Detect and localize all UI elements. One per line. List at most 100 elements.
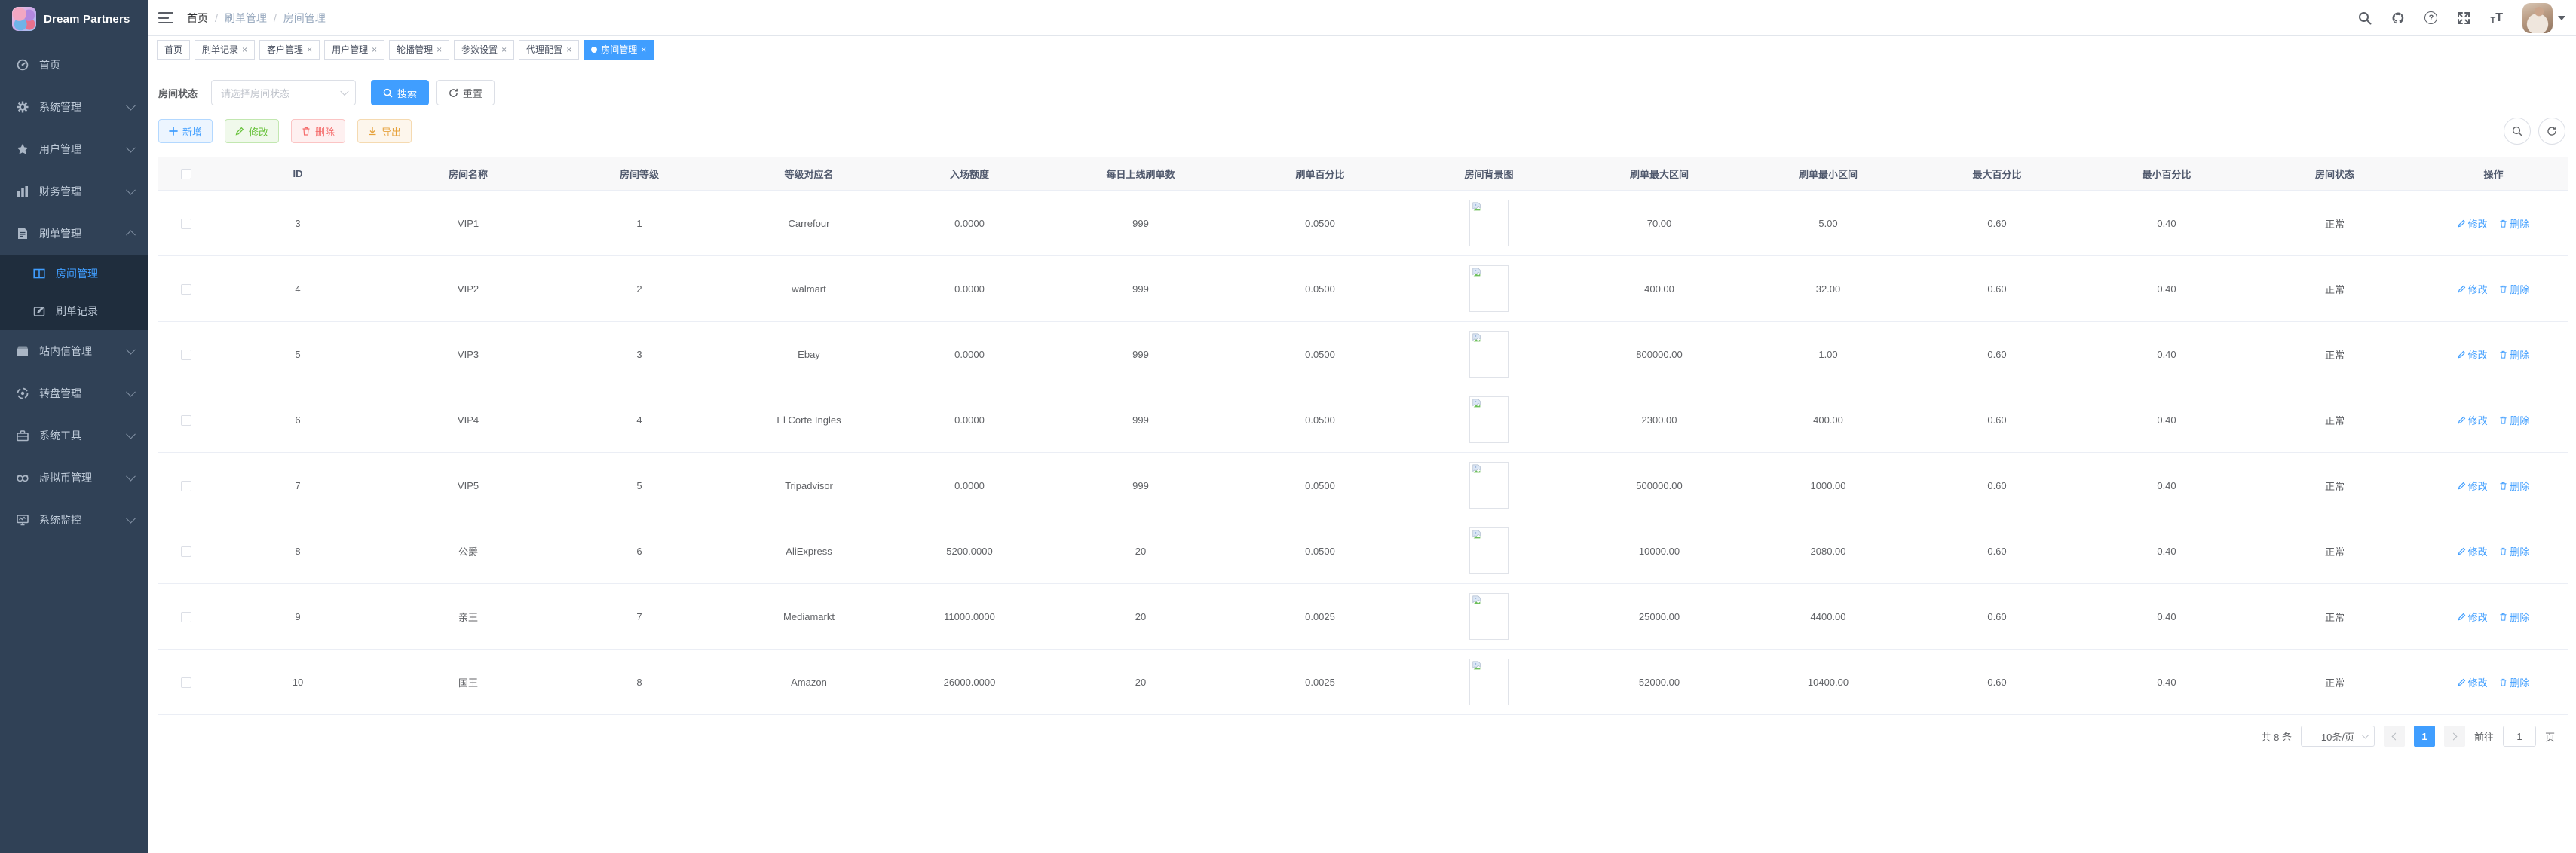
row-edit-link[interactable]: 修改 [2458,347,2488,362]
user-menu[interactable] [2522,3,2565,33]
close-icon[interactable]: × [242,45,247,54]
refresh-table-icon[interactable] [2538,118,2565,145]
select-all-checkbox[interactable] [181,169,191,179]
room-status-select[interactable]: 请选择房间状态 [211,80,356,105]
trash-icon [2499,285,2507,293]
row-delete-link[interactable]: 删除 [2499,347,2529,362]
github-icon[interactable] [2391,11,2405,25]
room-status-placeholder: 请选择房间状态 [221,86,289,100]
row-edit-link[interactable]: 修改 [2458,478,2488,493]
room-background-image[interactable] [1469,331,1509,378]
sidebar-item-system-tools[interactable]: 系统工具 [0,414,148,457]
row-checkbox[interactable] [181,481,191,491]
sidebar-item-home[interactable]: 首页 [0,44,148,86]
delete-button[interactable]: 删除 [291,119,345,143]
user-avatar[interactable] [2522,3,2553,33]
sidebar-item-users[interactable]: 用户管理 [0,128,148,170]
row-checkbox[interactable] [181,284,191,295]
row-checkbox[interactable] [181,677,191,688]
row-edit-link[interactable]: 修改 [2458,413,2488,427]
app-logo-icon [12,7,36,31]
current-page-button[interactable]: 1 [2414,726,2435,747]
close-icon[interactable]: × [436,45,442,54]
tab-agent-config[interactable]: 代理配置× [519,40,579,60]
sidebar-item-brush-records[interactable]: 刷单记录 [0,292,148,330]
sidebar-collapse-icon[interactable] [158,12,173,23]
sidebar-item-site-messages[interactable]: 站内信管理 [0,330,148,372]
row-delete-link[interactable]: 删除 [2499,544,2529,558]
prev-page-button[interactable] [2384,726,2405,747]
room-background-image[interactable] [1469,396,1509,443]
row-checkbox[interactable] [181,350,191,360]
row-delete-link[interactable]: 删除 [2499,216,2529,231]
room-background-image[interactable] [1469,200,1509,246]
sidebar-item-brush-orders[interactable]: 刷单管理 [0,212,148,255]
cell-order-percent: 0.0025 [1236,584,1404,650]
search-button[interactable]: 搜索 [371,80,429,105]
row-checkbox[interactable] [181,546,191,557]
close-icon[interactable]: × [501,45,507,54]
tab-user-management[interactable]: 用户管理× [324,40,384,60]
column-header: 房间名称 [381,157,555,191]
fullscreen-icon[interactable] [2457,11,2470,25]
page-size-select[interactable]: 10条/页 [2301,726,2375,747]
row-checkbox[interactable] [181,219,191,229]
close-icon[interactable]: × [641,45,646,54]
row-delete-link[interactable]: 删除 [2499,282,2529,296]
app-logo[interactable]: Dream Partners [0,0,148,38]
cell-min-range: 1000.00 [1744,453,1912,518]
help-icon[interactable]: ? [2424,11,2437,24]
row-edit-link[interactable]: 修改 [2458,610,2488,624]
cell-actions: 修改 删除 [2418,584,2568,650]
sidebar-item-virtual-currency[interactable]: 虚拟币管理 [0,457,148,499]
tab-brush-records[interactable]: 刷单记录× [195,40,255,60]
room-background-image[interactable] [1469,527,1509,574]
row-delete-link[interactable]: 删除 [2499,413,2529,427]
sidebar-item-system[interactable]: 系统管理 [0,86,148,128]
goto-page-input[interactable] [2503,726,2536,747]
row-delete-link[interactable]: 删除 [2499,610,2529,624]
edit-button[interactable]: 修改 [225,119,279,143]
breadcrumb-home[interactable]: 首页 [187,11,208,26]
cell-actions: 修改 删除 [2418,322,2568,387]
room-background-image[interactable] [1469,593,1509,640]
top-navbar: 首页 / 刷单管理 / 房间管理 ? TT [148,0,2576,36]
font-size-icon[interactable]: TT [2490,11,2503,25]
tab-customer-management[interactable]: 客户管理× [259,40,320,60]
sidebar-item-wheel[interactable]: 转盘管理 [0,372,148,414]
tab-home[interactable]: 首页 [157,40,190,60]
cell-room-status: 正常 [2251,518,2418,584]
sidebar-item-label: 刷单管理 [39,226,81,241]
row-delete-link[interactable]: 删除 [2499,478,2529,493]
row-delete-link[interactable]: 删除 [2499,675,2529,689]
tab-parameter-settings[interactable]: 参数设置× [454,40,514,60]
row-checkbox[interactable] [181,415,191,426]
sidebar-item-finance[interactable]: 财务管理 [0,170,148,212]
toggle-search-icon[interactable] [2504,118,2531,145]
chevron-down-icon [126,387,136,397]
cell-room-name: 国王 [381,650,555,715]
search-icon[interactable] [2358,11,2372,25]
next-page-button[interactable] [2444,726,2465,747]
close-icon[interactable]: × [372,45,377,54]
sidebar-item-system-monitor[interactable]: 系统监控 [0,499,148,541]
export-button[interactable]: 导出 [357,119,412,143]
cell-room-status: 正常 [2251,650,2418,715]
add-button[interactable]: 新增 [158,119,213,143]
sidebar-item-room-management[interactable]: 房间管理 [0,255,148,292]
row-edit-link[interactable]: 修改 [2458,544,2488,558]
cell-min-percent: 0.40 [2082,256,2251,322]
close-icon[interactable]: × [566,45,571,54]
row-checkbox[interactable] [181,612,191,622]
tab-room-management[interactable]: 房间管理× [584,40,654,60]
goto-label: 前往 [2474,729,2494,744]
tab-carousel-management[interactable]: 轮播管理× [389,40,449,60]
row-edit-link[interactable]: 修改 [2458,675,2488,689]
row-edit-link[interactable]: 修改 [2458,216,2488,231]
room-background-image[interactable] [1469,265,1509,312]
room-background-image[interactable] [1469,659,1509,705]
reset-button[interactable]: 重置 [436,80,495,105]
close-icon[interactable]: × [307,45,312,54]
row-edit-link[interactable]: 修改 [2458,282,2488,296]
room-background-image[interactable] [1469,462,1509,509]
